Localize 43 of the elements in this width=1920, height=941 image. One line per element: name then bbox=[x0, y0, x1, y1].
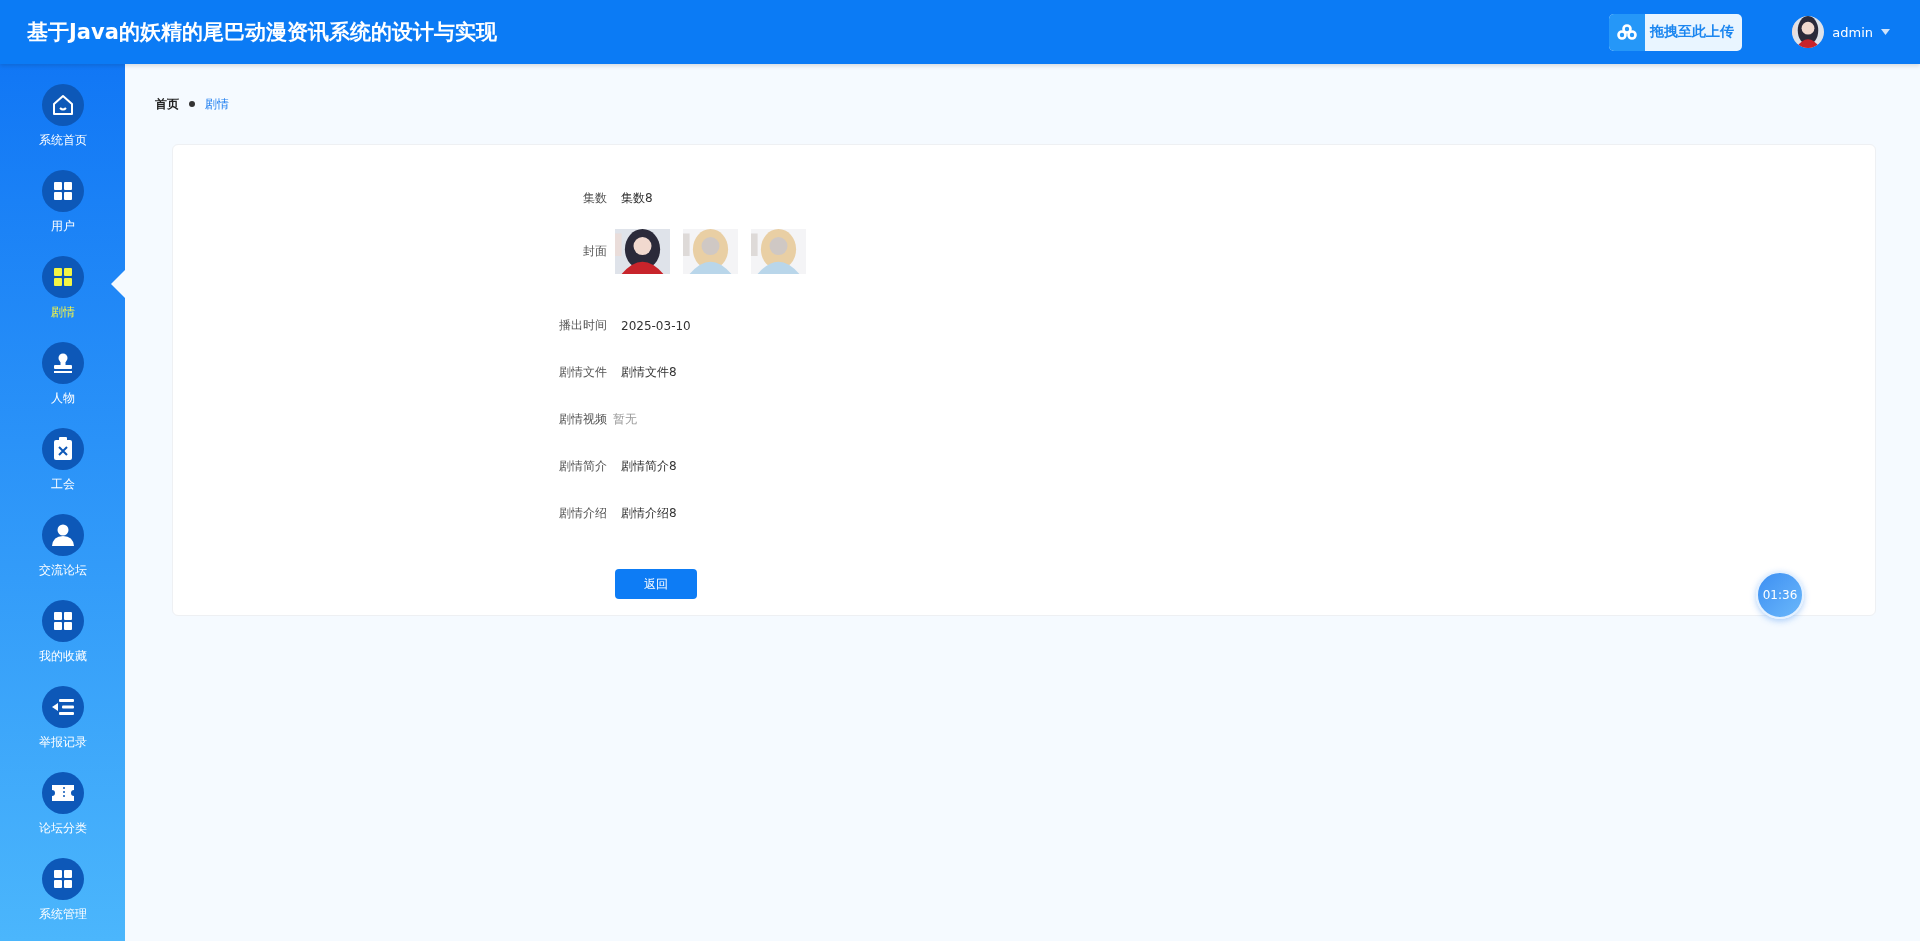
nav-item[interactable]: 交流论坛 bbox=[38, 562, 87, 578]
field-value: 剧情简介8 bbox=[621, 458, 677, 475]
field-value: 剧情文件8 bbox=[621, 364, 677, 381]
field-label: 播出时间 bbox=[558, 317, 607, 334]
ticket-icon bbox=[50, 784, 75, 802]
nav-item[interactable]: 我的收藏 bbox=[38, 648, 87, 664]
caret-icon bbox=[1881, 29, 1890, 35]
upload-button[interactable]: 拖拽至此上传 bbox=[1609, 13, 1743, 51]
field-label: 集数 bbox=[582, 190, 607, 207]
field-value: 暂无 bbox=[613, 411, 637, 428]
nav-item[interactable]: 举报记录 bbox=[38, 734, 87, 750]
stamp-icon bbox=[51, 352, 74, 374]
home-icon bbox=[50, 93, 75, 117]
list-icon bbox=[51, 698, 74, 716]
breadcrumb-link[interactable]: 剧情 bbox=[205, 95, 229, 113]
clipboard-icon bbox=[52, 437, 73, 461]
nav-item[interactable]: 剧情 bbox=[50, 304, 75, 320]
nav-item[interactable]: 论坛分类 bbox=[38, 820, 87, 836]
cloud-icon bbox=[1617, 24, 1638, 40]
nav-item[interactable]: 工会 bbox=[50, 476, 75, 492]
grid-icon bbox=[52, 611, 73, 631]
nav-item[interactable]: 系统管理 bbox=[38, 906, 87, 922]
back-button[interactable]: 返回 bbox=[615, 569, 697, 599]
grid-icon bbox=[52, 181, 73, 201]
field-value: 剧情介绍8 bbox=[621, 505, 677, 522]
app-title: 基于Java的妖精的尾巴动漫资讯系统的设计与实现 bbox=[27, 19, 498, 46]
selection-pointer bbox=[111, 270, 125, 298]
field-label: 剧情简介 bbox=[558, 458, 607, 475]
field-label: 剧情文件 bbox=[558, 364, 607, 381]
nav-item[interactable]: 用户 bbox=[50, 218, 75, 234]
grid-icon bbox=[52, 869, 73, 889]
field-label: 封面 bbox=[582, 242, 607, 260]
nav-item[interactable]: 系统首页 bbox=[38, 132, 87, 148]
field-value: 集数8 bbox=[621, 190, 653, 207]
field-label: 剧情视频 bbox=[558, 411, 607, 428]
separator-dot bbox=[189, 101, 195, 107]
grid-icon bbox=[52, 267, 73, 287]
breadcrumb-link[interactable]: 首页 bbox=[155, 95, 179, 113]
user-icon bbox=[50, 524, 75, 546]
nav-item[interactable]: 人物 bbox=[50, 390, 75, 406]
field-label: 剧情介绍 bbox=[558, 505, 607, 522]
user-name[interactable]: admin bbox=[1832, 24, 1873, 40]
field-value: 2025-03-10 bbox=[621, 318, 691, 333]
